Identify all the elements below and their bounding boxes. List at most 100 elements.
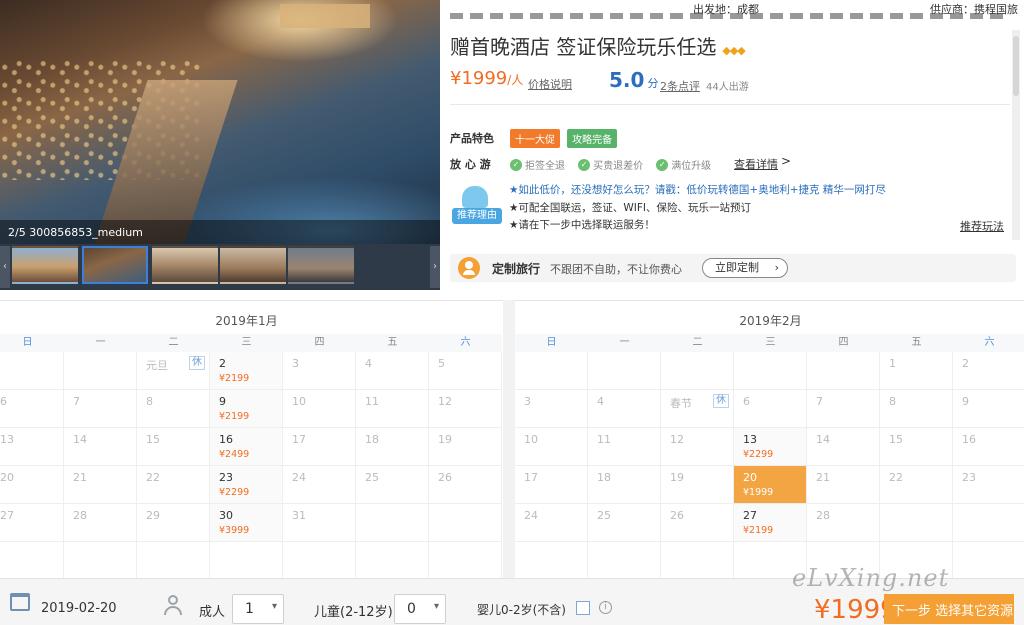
calendar-month-jan: 2019年1月 日 一 二 三 四 五 六 元旦 休 2 ¥2199 3 4 5 6 7 8 9 ¥2199 10 1… [0,300,502,580]
calendar-gap [503,300,515,578]
calendar-cell: 9 [953,390,1024,428]
day-number: 6 [743,395,750,408]
chevron-right-icon: › [774,261,779,274]
day-number: 23 [962,471,976,484]
chevron-right-icon: > [781,154,792,168]
price-unit: /人 [507,73,524,87]
day-number: 11 [365,395,379,408]
weekday-label: 三 [765,337,776,348]
calendar-cell: 3 [515,390,588,428]
day-number: 18 [365,433,379,446]
calendar-cell: 4 [356,352,429,390]
rating-unit: 分 [647,77,659,90]
calendar-cell: 31 [283,504,356,542]
product-title-text: 赠首晚酒店 签证保险玩乐任选 [450,35,717,59]
day-number: 8 [889,395,896,408]
features-label: 产品特色 [450,132,494,145]
info-icon[interactable]: i [599,601,612,614]
selected-date[interactable]: 2019-02-20 [41,601,117,616]
reviews-link[interactable]: 2条点评 [660,78,700,94]
assurance-list: ✓ 拒签全退 ✓ 买贵退差价 ✓ 满位升级 [510,154,711,173]
calendar-cell: 24 [283,466,356,504]
info-scrollbar[interactable] [1012,30,1020,240]
thumbnail[interactable] [152,246,218,284]
day-number: 16 [962,433,976,446]
calendar-cell[interactable]: 27 ¥2199 [734,504,807,542]
adult-select[interactable]: 1 ▾ [232,594,284,624]
details-link[interactable]: 查看详情 [734,156,778,172]
month-title: 2019年1月 [215,314,278,328]
day-number: 31 [292,509,306,522]
custom-now-label: 立即定制 [715,261,759,274]
weekday-label: 三 [241,337,252,348]
calendar-cell[interactable]: 20 ¥1999 [734,466,807,504]
mascot-icon [462,186,488,208]
price-note-link[interactable]: 价格说明 [528,76,572,92]
day-number: 9 [962,395,969,408]
calendar-cell [588,542,661,580]
day-number: 7 [73,395,80,408]
weekday-label: 六 [460,337,471,348]
rating: 5.0 分 [609,68,658,92]
calendar-cell [356,504,429,542]
thumb-prev-icon[interactable]: ‹ [0,246,10,288]
calendar-cell: 24 [515,504,588,542]
price: ¥1999/人 [450,68,523,89]
day-number: 1 [889,357,896,370]
day-number: 17 [292,433,306,446]
day-number: 19 [670,471,684,484]
child-select[interactable]: 0 ▾ [394,594,446,624]
recommend-line: ★可配全国联运，签证、WIFI、保险、玩乐一站预订 [509,202,752,214]
calendar-icon[interactable] [10,593,30,611]
calendar-cell: 4 [588,390,661,428]
calendar-cell [515,542,588,580]
calendar-cell [0,542,64,580]
custom-travel-bar: 定制旅行 不跟团不自助，不让你费心 立即定制 › [450,254,1016,282]
thumbnail[interactable] [220,246,286,284]
day-number: 9 [219,395,226,408]
tag-promo: 十一大促 [510,129,560,148]
day-number: 2 [219,357,226,370]
custom-travel-title: 定制旅行 [492,262,541,276]
infant-checkbox[interactable] [576,601,590,615]
day-number: 30 [219,509,233,522]
next-step-button[interactable]: 下一步 选择其它资源 [884,594,1014,624]
thumbnail[interactable] [82,246,148,284]
check-icon: ✓ [510,158,522,171]
day-number: 12 [670,433,684,446]
calendar-cell: 7 [807,390,880,428]
people-icon [164,595,186,615]
calendar-cell: 元旦 休 [137,352,210,390]
thumbnail[interactable] [288,246,354,284]
day-number: 5 [438,357,445,370]
diamond-rating-icon: ◆◆◆ [722,44,745,57]
day-number: 15 [889,433,903,446]
custom-now-button[interactable]: 立即定制 › [702,258,788,278]
adult-label: 成人 [199,605,226,620]
calendar-cell [515,352,588,390]
day-number: 23 [219,471,233,484]
calendar-cell: 26 [661,504,734,542]
recommend-line[interactable]: ★如此低价，还没想好怎么玩？请戳：低价玩转德国+奥地利+捷克 精华一网打尽 [509,182,886,197]
chevron-down-icon: ▾ [433,601,439,612]
holiday-label: 元旦 [146,359,168,372]
calendar-cell[interactable]: 16 ¥2499 [210,428,283,466]
day-number: 14 [73,433,87,446]
calendar-cell[interactable]: 13 ¥2299 [734,428,807,466]
calendar-cell [0,352,64,390]
calendar-cell[interactable]: 23 ¥2299 [210,466,283,504]
day-number: 20 [743,471,757,484]
thumbnail[interactable] [12,246,78,284]
rating-value: 5.0 [609,68,645,92]
calendar-cell: 6 [0,390,64,428]
recommend-more-link[interactable]: 推荐玩法 [960,218,1004,234]
thumb-next-icon[interactable]: › [430,246,440,288]
day-number: 25 [597,509,611,522]
weekday-label: 六 [984,337,995,348]
child-label: 儿童(2-12岁) [314,605,393,620]
day-number: 11 [597,433,611,446]
calendar-cell[interactable]: 2 ¥2199 [210,352,283,390]
main-photo[interactable] [0,0,440,250]
calendar-cell[interactable]: 9 ¥2199 [210,390,283,428]
calendar-cell[interactable]: 30 ¥3999 [210,504,283,542]
